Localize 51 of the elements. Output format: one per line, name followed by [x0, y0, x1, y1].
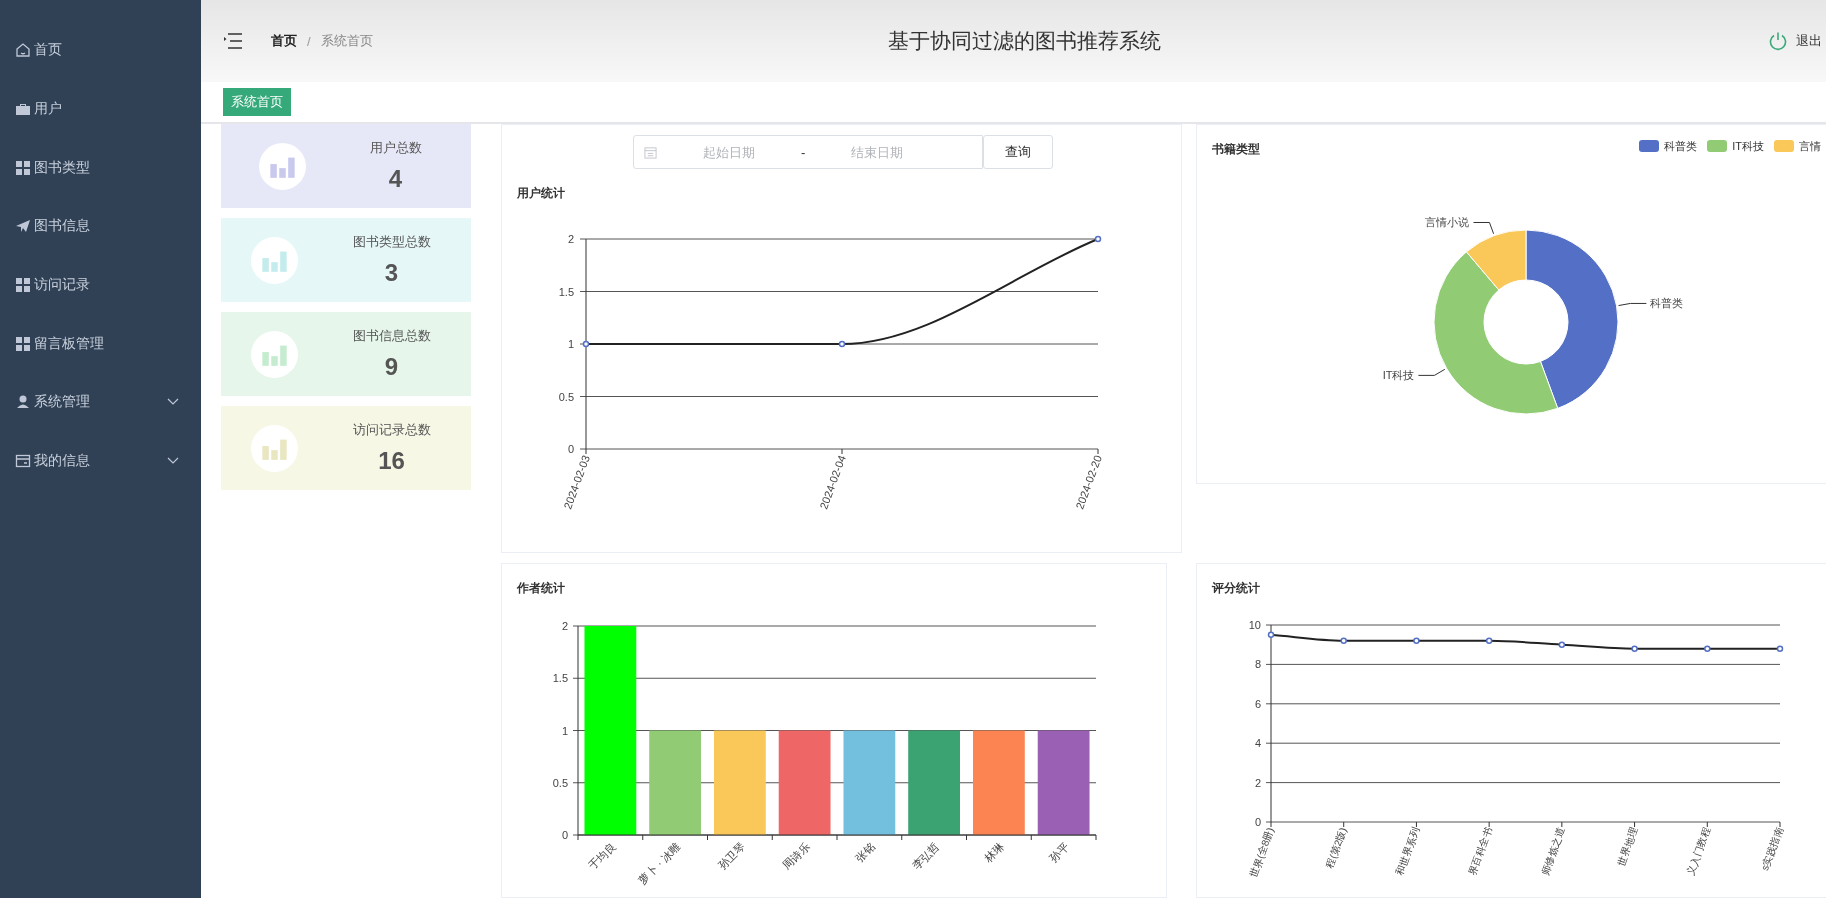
axis-tick-label: 李弘哲: [909, 839, 942, 872]
date-separator: -: [801, 144, 806, 160]
axis-tick-label: 2: [1254, 776, 1261, 789]
stat-label: 图书信息总数: [352, 327, 431, 345]
breadcrumb-separator: /: [307, 33, 311, 49]
axis-tick-label: 界百科全书: [1466, 825, 1494, 877]
stat-value: 3: [384, 259, 399, 287]
slice-label: 科普类: [1650, 297, 1684, 310]
app-title: 基于协同过滤的图书推荐系统: [888, 28, 1161, 54]
axis-tick-label: 1.5: [552, 672, 568, 685]
axis-tick-label: 周诗乐: [780, 839, 813, 872]
chart-title: 作者统计: [516, 580, 566, 597]
axis-tick-label: 程(第2版): [1323, 825, 1349, 870]
stat-value: 16: [378, 447, 405, 475]
axis-tick-label: 0.5: [558, 390, 574, 403]
axis-tick-label: 世界地理: [1615, 825, 1640, 868]
stat-value: 4: [388, 165, 403, 193]
chart-title: 书籍类型: [1211, 141, 1260, 158]
axis-tick-label: 萝卜 · 冰雕: [636, 839, 683, 887]
axis-tick-label: 1: [561, 724, 568, 737]
axis-tick-label: 和世界系列: [1393, 825, 1422, 877]
axis-tick-label: 于均良: [585, 839, 618, 872]
axis-tick-label: 0.5: [552, 776, 568, 789]
axis-tick-label: 孙平: [1047, 839, 1072, 864]
axis-tick-label: 2: [567, 233, 574, 245]
axis-tick-label: 义入门教程: [1684, 825, 1713, 877]
axis-tick-label: 林琳: [982, 839, 1007, 864]
chart-title: 用户统计: [516, 185, 566, 202]
axis-tick-label: 4: [1254, 737, 1261, 750]
axis-tick-label: 世界(全8册): [1247, 825, 1276, 879]
axis-tick-label: 师修炼之道: [1539, 825, 1567, 877]
stat-label: 访问记录总数: [352, 421, 431, 439]
slice-label: IT科技: [1382, 369, 1415, 382]
breadcrumb-current: 系统首页: [320, 32, 373, 50]
axis-tick-label: 1: [567, 338, 574, 350]
axis-tick-label: 6: [1254, 697, 1261, 710]
axis-tick-label: 2: [561, 620, 568, 632]
axis-tick-label: 张铭: [852, 839, 877, 864]
stat-value: 9: [384, 353, 399, 381]
axis-tick-label: 0: [567, 443, 574, 455]
slice-label: 言情小说: [1425, 216, 1470, 229]
chart-title: 评分统计: [1210, 580, 1261, 597]
axis-tick-label: 孙卫琴: [715, 839, 748, 872]
stat-label: 用户总数: [369, 139, 422, 157]
axis-tick-label: 0: [561, 829, 568, 841]
stat-label: 图书类型总数: [352, 233, 431, 251]
axis-tick-label: 1.5: [558, 285, 574, 298]
axis-tick-label: 10: [1248, 619, 1261, 631]
axis-tick-label: 8: [1254, 658, 1261, 671]
axis-tick-label: s实践指南: [1759, 825, 1785, 872]
axis-tick-label: 0: [1254, 816, 1261, 828]
